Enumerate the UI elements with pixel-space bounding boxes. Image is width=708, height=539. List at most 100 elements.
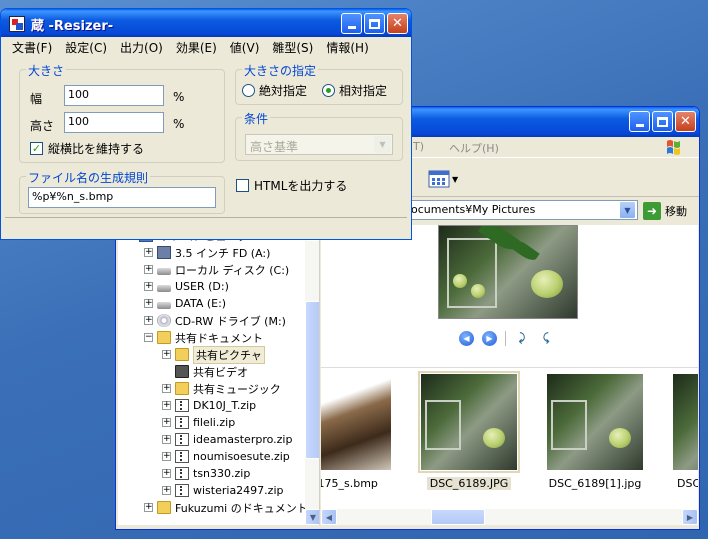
relative-radio[interactable]: 相対指定: [322, 82, 387, 99]
address-dropdown-button[interactable]: ▼: [619, 201, 636, 219]
drive-icon: [157, 302, 171, 309]
next-image-button[interactable]: ▶: [482, 331, 497, 346]
minimize-button[interactable]: [341, 13, 362, 34]
maximize-button[interactable]: [364, 13, 385, 34]
zip-icon: [175, 467, 189, 480]
html-output-checkbox[interactable]: HTMLを出力する: [236, 177, 347, 194]
tree-item-zip[interactable]: + ideamasterpro.zip: [162, 431, 292, 448]
thumbnail-image: [321, 374, 391, 470]
expand-icon[interactable]: +: [144, 248, 153, 257]
filename-group: ファイル名の生成規則 %p¥%n_s.bmp: [19, 169, 225, 214]
drive-icon: [157, 285, 171, 292]
tree-label: ideamasterpro.zip: [193, 433, 293, 446]
expand-icon[interactable]: +: [162, 401, 171, 410]
expand-icon[interactable]: +: [144, 265, 153, 274]
expand-icon[interactable]: +: [162, 486, 171, 495]
chevron-down-icon: ▼: [374, 136, 391, 153]
filmstrip-view: ◀ ▶ ⤸ ⤹ _6175_s.bmp DSC_6189.JPG: [321, 225, 698, 525]
expand-icon[interactable]: +: [162, 452, 171, 461]
tree-item-drive-c[interactable]: + ローカル ディスク (C:): [144, 261, 289, 278]
tree-label: tsn330.zip: [193, 467, 251, 480]
scroll-thumb[interactable]: [431, 509, 485, 525]
go-button[interactable]: ➜ 移動: [643, 201, 687, 220]
tree-item-shared-documents[interactable]: − 共有ドキュメント: [144, 329, 263, 346]
tree-item-drive-d[interactable]: + USER (D:): [144, 278, 229, 295]
tree-item-cd-drive[interactable]: + CD-RW ドライブ (M:): [144, 312, 286, 329]
expand-icon[interactable]: +: [162, 435, 171, 444]
menu-output[interactable]: 出力(O): [120, 39, 163, 56]
expand-icon[interactable]: +: [144, 282, 153, 291]
tree-item-my-documents[interactable]: + Fukuzumi のドキュメント: [144, 499, 308, 516]
tree-item-zip[interactable]: + wisteria2497.zip: [162, 482, 284, 499]
address-input[interactable]: ocuments¥My Pictures: [406, 200, 638, 220]
tree-item-zip[interactable]: + fileli.zip: [162, 414, 235, 431]
condition-select-value: 高さ基準: [250, 140, 299, 154]
tree-vertical-scrollbar[interactable]: ▲ ▼: [305, 225, 319, 525]
expand-icon[interactable]: +: [162, 350, 171, 359]
views-button[interactable]: ▼: [428, 168, 460, 190]
minimize-button[interactable]: [629, 111, 650, 132]
thumbnail-caption: _6175_s.bmp: [321, 477, 378, 490]
height-input[interactable]: 100: [64, 112, 164, 133]
scroll-down-button[interactable]: ▼: [305, 509, 319, 525]
absolute-radio[interactable]: 絶対指定: [242, 82, 307, 99]
tree-item-zip[interactable]: + noumisoesute.zip: [162, 448, 290, 465]
radio-unchecked-icon: [242, 84, 255, 97]
tree-item-shared-pictures[interactable]: + 共有ピクチャ: [162, 345, 265, 364]
windows-logo-icon: [667, 140, 680, 155]
scroll-left-button[interactable]: ◀: [321, 509, 337, 525]
menu-template[interactable]: 雛型(S): [272, 39, 313, 56]
tree-label: CD-RW ドライブ (M:): [175, 314, 286, 328]
minimize-icon: [635, 124, 644, 127]
menu-info[interactable]: 情報(H): [326, 39, 368, 56]
expand-icon[interactable]: +: [144, 299, 153, 308]
rotate-clockwise-button[interactable]: ⤸: [514, 330, 530, 345]
tree-label: 共有ドキュメント: [175, 331, 263, 345]
horizontal-scrollbar[interactable]: ◀ ▶: [321, 509, 698, 525]
tree-item-zip[interactable]: + tsn330.zip: [162, 465, 250, 482]
tree-item-shared-videos[interactable]: 共有ビデオ: [175, 363, 248, 380]
close-button[interactable]: ✕: [675, 111, 696, 132]
tree-item-floppy[interactable]: + 3.5 インチ FD (A:): [144, 244, 270, 261]
menu-value[interactable]: 値(V): [230, 39, 260, 56]
collapse-icon[interactable]: −: [144, 333, 153, 342]
menu-tools[interactable]: T): [413, 140, 424, 153]
menu-document[interactable]: 文書(F): [12, 39, 52, 56]
condition-select[interactable]: 高さ基準 ▼: [245, 134, 393, 155]
resizer-title-bar[interactable]: 蔵 -Resizer- ✕: [1, 9, 411, 37]
folder-icon: [157, 331, 171, 344]
filename-pattern-input[interactable]: %p¥%n_s.bmp: [28, 187, 216, 208]
tree-item-shared-music[interactable]: + 共有ミュージック: [162, 380, 281, 397]
menu-help[interactable]: ヘルプ(H): [449, 140, 499, 156]
expand-icon[interactable]: +: [162, 384, 171, 393]
expand-icon[interactable]: +: [144, 316, 153, 325]
scroll-right-button[interactable]: ▶: [682, 509, 698, 525]
width-input[interactable]: 100: [64, 85, 164, 106]
floppy-icon: [157, 246, 171, 259]
expand-icon[interactable]: +: [144, 503, 153, 512]
close-icon: ✕: [680, 114, 691, 129]
maximize-button[interactable]: [652, 111, 673, 132]
close-button[interactable]: ✕: [387, 13, 408, 34]
rotate-counterclockwise-button[interactable]: ⤹: [538, 331, 554, 345]
previous-image-button[interactable]: ◀: [459, 331, 474, 346]
relative-label: 相対指定: [339, 84, 388, 98]
menu-settings[interactable]: 設定(C): [65, 39, 107, 56]
chevron-down-icon: ▼: [624, 205, 631, 215]
resizer-client-area: 大きさ 幅 100 % 高さ 100 % ✓ 縦横比を維持する 大きさの指定 絶…: [1, 57, 411, 239]
tree-item-drive-e[interactable]: + DATA (E:): [144, 295, 226, 312]
menu-effect[interactable]: 効果(E): [176, 39, 217, 56]
expand-icon[interactable]: +: [162, 469, 171, 478]
rotate-clockwise-icon: ⤸: [518, 330, 526, 344]
folder-tree: − マイ コンピュータ + 3.5 インチ FD (A:) + ローカル ディス…: [118, 225, 320, 525]
preview-image: [438, 225, 578, 319]
width-unit: %: [173, 90, 185, 104]
drive-icon: [157, 268, 171, 275]
tree-item-zip[interactable]: + DK10J_T.zip: [162, 397, 256, 414]
views-dropdown-icon: ▼: [452, 174, 459, 184]
expand-icon[interactable]: +: [162, 418, 171, 427]
image-nav-controls: ◀ ▶ ⤸ ⤹: [459, 331, 554, 346]
app-icon[interactable]: [9, 16, 25, 32]
keep-aspect-checkbox[interactable]: ✓ 縦横比を維持する: [30, 140, 144, 157]
scroll-thumb[interactable]: [305, 301, 319, 459]
